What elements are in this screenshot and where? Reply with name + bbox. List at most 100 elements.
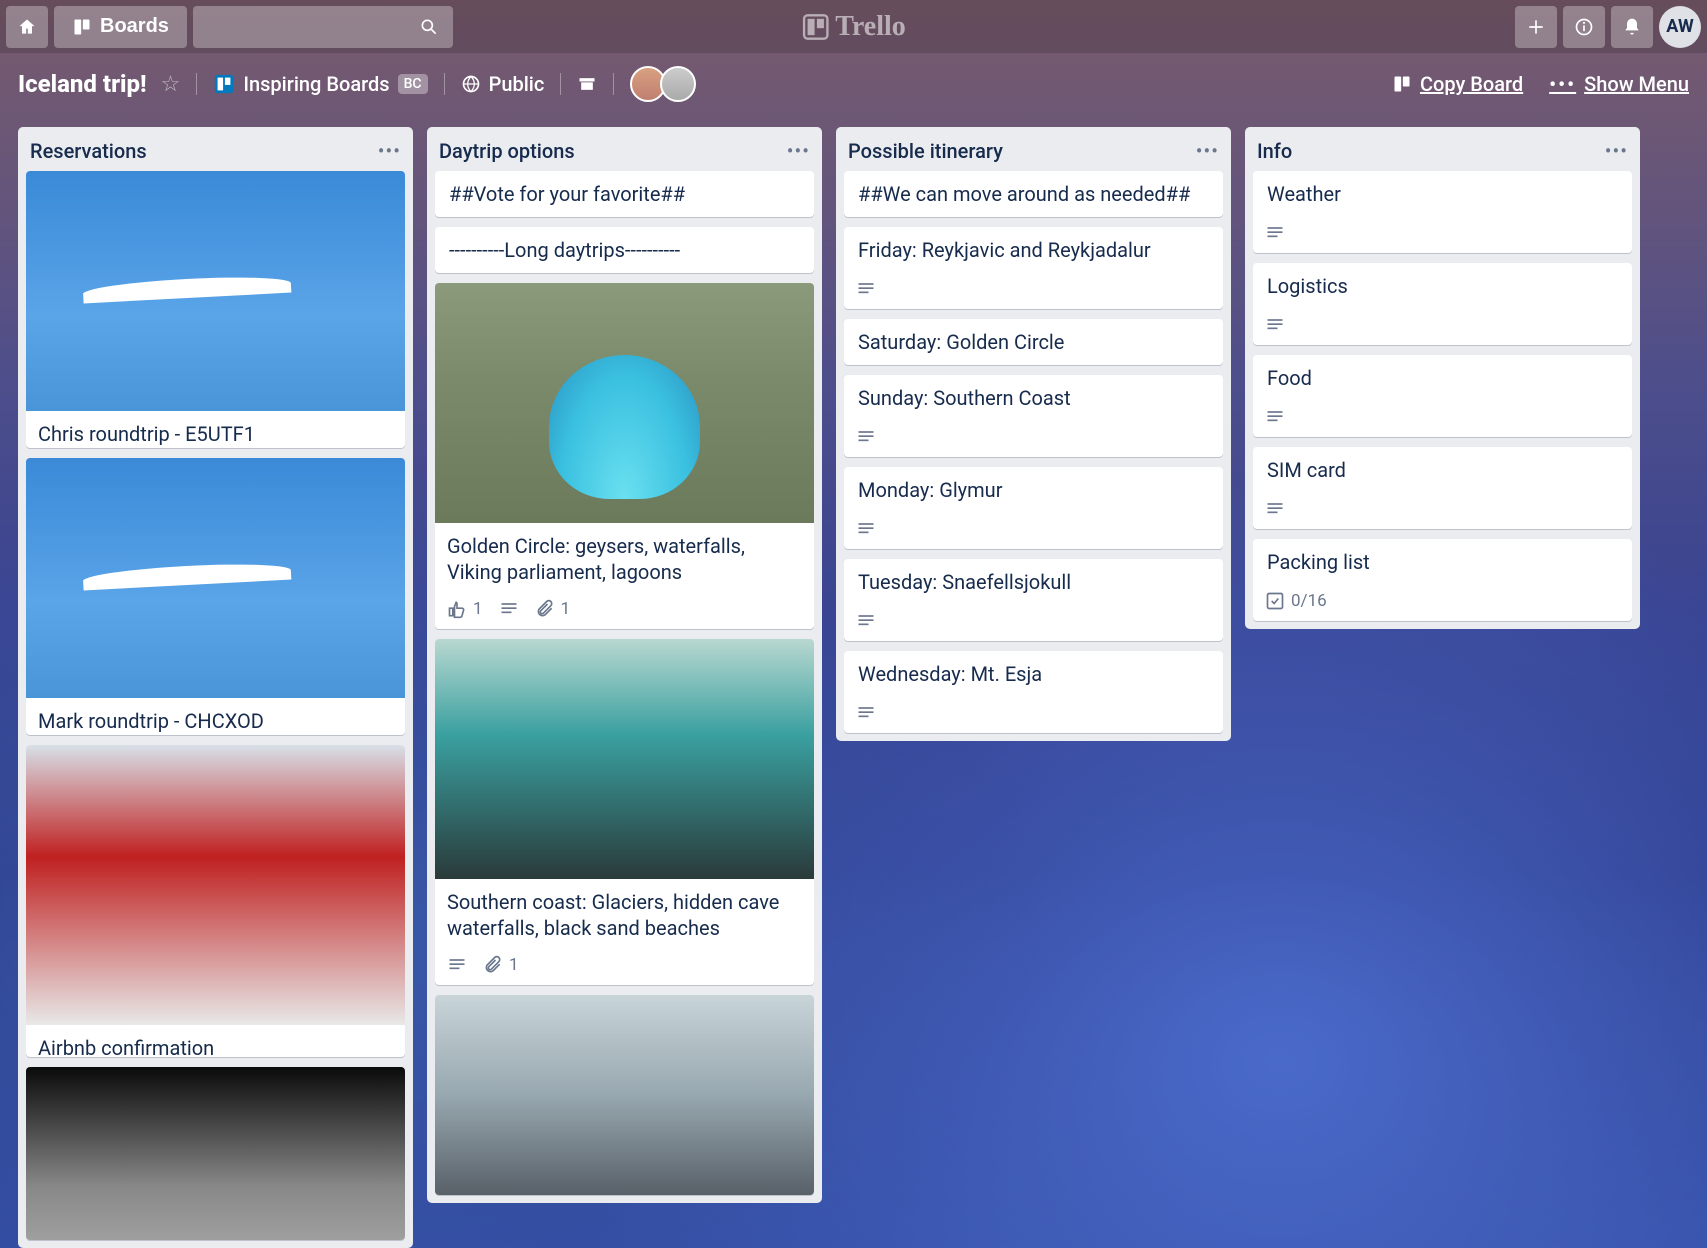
card[interactable]: Logistics [1253,263,1632,345]
list: Info ••• Weather Logistics Food SIM card Pac… [1245,127,1640,629]
list-cards[interactable]: Weather Logistics Food SIM card Packing list… [1245,171,1640,629]
list-menu-button[interactable]: ••• [787,139,810,163]
team-badge: BC [398,74,428,94]
list-cards[interactable]: ##Vote for your favorite## ----------Long… [427,171,822,1203]
card[interactable]: Southern coast: Glaciers, hidden cave wa… [435,639,814,985]
team-link[interactable]: Inspiring Boards BC [213,72,427,96]
board-canvas[interactable]: Reservations ••• Chris roundtrip - E5UTF… [0,115,1707,1248]
info-button[interactable] [1563,6,1605,48]
board-title[interactable]: Iceland trip! [18,70,147,98]
card-title: ##We can move around as needed## [858,181,1209,207]
list-menu-button[interactable]: ••• [378,139,401,163]
card-title: Wednesday: Mt. Esja [858,661,1209,687]
card[interactable]: Weather [1253,171,1632,253]
list-cards[interactable]: ##We can move around as needed## Friday: … [836,171,1231,741]
list-cards[interactable]: Chris roundtrip - E5UTF11Mark roundtrip … [18,171,413,1248]
description-badge [1265,407,1285,427]
card-badges: 1 [435,949,814,985]
card-title: ----------Long daytrips---------- [449,237,800,263]
card-title: Friday: Reykjavic and Reykjadalur [858,237,1209,263]
card-title: Airbnb confirmation [38,1035,393,1057]
card-cover [26,745,405,1025]
card-title: Mark roundtrip - CHCXOD [38,708,393,734]
card[interactable]: Chris roundtrip - E5UTF11 [26,171,405,448]
copy-board-button[interactable]: Copy Board [1392,72,1523,96]
card-title: Southern coast: Glaciers, hidden cave wa… [447,889,802,941]
card-badges [844,605,1223,641]
card-cover [26,171,405,411]
card-badges: 0/16 [1253,585,1632,621]
card[interactable]: Golden Circle: geysers, waterfalls, Viki… [435,283,814,629]
boardbar: Iceland trip! ☆ Inspiring Boards BC Publ… [0,53,1707,115]
card[interactable]: ##We can move around as needed## [844,171,1223,217]
card-title: Golden Circle: geysers, waterfalls, Viki… [447,533,802,585]
card-badges [1253,217,1632,253]
card[interactable]: Monday: Glymur [844,467,1223,549]
search-input[interactable] [193,6,453,48]
list: Possible itinerary ••• ##We can move aro… [836,127,1231,741]
star-board-button[interactable]: ☆ [161,72,181,97]
list-menu-button[interactable]: ••• [1605,139,1628,163]
card[interactable]: Saturday: Golden Circle [844,319,1223,365]
app-logo-text: Trello [835,11,906,43]
card[interactable]: ##Vote for your favorite## [435,171,814,217]
card-title: Chris roundtrip - E5UTF1 [38,421,393,447]
list-menu-button[interactable]: ••• [1196,139,1219,163]
card[interactable] [435,995,814,1195]
boards-button[interactable]: Boards [54,6,187,48]
card[interactable]: Airbnb confirmation1 [26,745,405,1057]
card-cover [435,639,814,879]
card-badges [844,697,1223,733]
home-button[interactable] [6,6,48,48]
card-title: Tuesday: Snaefellsjokull [858,569,1209,595]
card[interactable]: Food [1253,355,1632,437]
card-cover [435,995,814,1195]
card[interactable]: Tuesday: Snaefellsjokull [844,559,1223,641]
ellipsis-icon: ••• [1549,72,1576,96]
user-avatar[interactable]: AW [1659,6,1701,48]
list-title[interactable]: Info [1257,139,1292,163]
card-badges [1253,401,1632,437]
card-cover [435,283,814,523]
team-label: Inspiring Boards [243,72,389,96]
card[interactable] [26,1067,405,1240]
card[interactable]: ----------Long daytrips---------- [435,227,814,273]
card[interactable]: Friday: Reykjavic and Reykjadalur [844,227,1223,309]
list-title[interactable]: Daytrip options [439,139,575,163]
archive-button[interactable] [577,74,597,94]
card-title: Logistics [1267,273,1618,299]
description-badge [499,599,519,619]
card-title: Saturday: Golden Circle [858,329,1209,355]
card-badges [844,273,1223,309]
info-icon [1574,17,1594,37]
list: Daytrip options ••• ##Vote for your favo… [427,127,822,1203]
user-initials: AW [1666,16,1693,37]
show-menu-label: Show Menu [1584,72,1689,96]
member-avatar[interactable] [660,66,696,102]
notifications-button[interactable] [1611,6,1653,48]
card[interactable]: Packing list0/16 [1253,539,1632,621]
show-menu-button[interactable]: ••• Show Menu [1549,72,1689,96]
list-title[interactable]: Reservations [30,139,147,163]
boards-label: Boards [100,15,169,38]
topbar: Boards Trello AW [0,0,1707,53]
boards-icon [72,17,92,37]
list-title[interactable]: Possible itinerary [848,139,1003,163]
trello-team-icon [213,73,235,95]
card[interactable]: SIM card [1253,447,1632,529]
card[interactable]: Mark roundtrip - CHCXOD1 [26,458,405,735]
attachment-badge: 1 [535,599,571,619]
archive-icon [577,74,597,94]
create-button[interactable] [1515,6,1557,48]
card-title: Weather [1267,181,1618,207]
card[interactable]: Wednesday: Mt. Esja [844,651,1223,733]
home-icon [17,17,37,37]
globe-icon [461,74,481,94]
board-members[interactable] [630,66,696,102]
visibility-button[interactable]: Public [461,72,545,96]
visibility-label: Public [489,72,545,96]
trello-icon [801,13,829,41]
card-title: Monday: Glymur [858,477,1209,503]
card[interactable]: Sunday: Southern Coast [844,375,1223,457]
card-badges: 11 [435,593,814,629]
